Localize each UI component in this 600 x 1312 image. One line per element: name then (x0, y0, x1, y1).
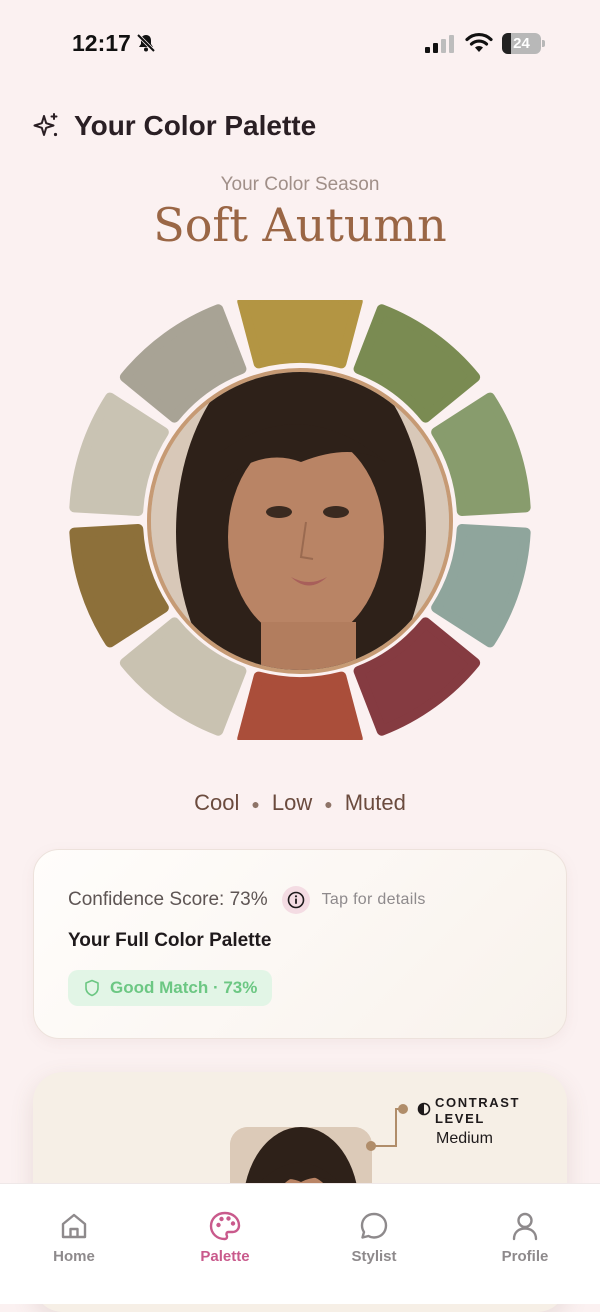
contrast-icon (417, 1102, 431, 1116)
tap-for-details-link[interactable]: Tap for details (322, 891, 426, 909)
tab-palette[interactable]: Palette (165, 1210, 285, 1265)
color-swatch-1[interactable] (237, 300, 363, 369)
tab-palette-label: Palette (200, 1248, 250, 1265)
sparkle-icon (33, 113, 58, 137)
color-swatch-6[interactable] (237, 671, 363, 740)
tab-home-label: Home (53, 1248, 95, 1265)
full-palette-title: Your Full Color Palette (68, 930, 272, 951)
trait-undertone: Cool (194, 790, 240, 815)
cellular-signal-icon (425, 35, 454, 53)
chat-bubble-icon (360, 1212, 388, 1239)
tab-profile-label: Profile (501, 1248, 549, 1265)
season-name: Soft Autumn (153, 198, 447, 252)
tab-bar: Home Palette Stylist Profile (0, 1183, 600, 1304)
contrast-label: CONTRAST LEVEL (435, 1095, 521, 1126)
season-traits: Cool ● Low ● Muted (194, 790, 406, 815)
battery-indicator: 24 (502, 33, 546, 54)
person-icon (512, 1212, 538, 1241)
contrast-connector (366, 1104, 408, 1151)
confidence-card[interactable]: Confidence Score: 73% Tap for details Yo… (33, 849, 567, 1039)
info-button[interactable] (281, 886, 310, 914)
trait-contrast: Low (271, 790, 313, 815)
status-bar: 12:17 24 (0, 0, 600, 88)
color-wheel (65, 300, 535, 740)
wifi-icon (465, 32, 493, 52)
status-time: 12:17 (72, 30, 131, 56)
confidence-row: Confidence Score: 73% Tap for details (68, 886, 426, 914)
match-badge: Good Match · 73% (68, 970, 272, 1006)
tab-stylist[interactable]: Stylist (314, 1210, 434, 1265)
bell-slash-icon (136, 33, 156, 53)
user-portrait (147, 368, 453, 674)
palette-icon (209, 1211, 241, 1241)
info-icon (287, 891, 304, 909)
season-label: Your Color Season (220, 174, 380, 195)
page-title: Your Color Palette (74, 110, 317, 141)
match-badge-label: Good Match · 73% (110, 978, 258, 997)
battery-percent: 24 (513, 35, 530, 52)
portrait-image (151, 372, 449, 670)
trait-chroma: Muted (344, 790, 406, 815)
home-icon (61, 1213, 87, 1239)
tab-profile[interactable]: Profile (465, 1210, 585, 1265)
shield-icon (85, 979, 99, 997)
tab-stylist-label: Stylist (351, 1248, 397, 1265)
tab-home[interactable]: Home (14, 1210, 134, 1265)
confidence-score: Confidence Score: 73% (68, 889, 268, 910)
contrast-value: Medium (436, 1130, 493, 1147)
page-header: Your Color Palette (32, 108, 316, 144)
